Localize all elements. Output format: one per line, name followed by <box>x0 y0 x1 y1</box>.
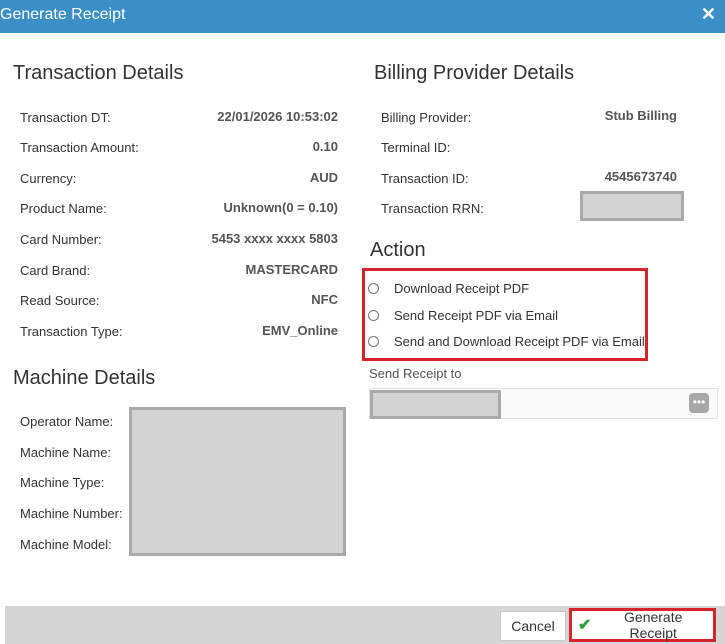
machine-model-label: Machine Model: <box>20 537 112 552</box>
card-number-value: 5453 xxxx xxxx 5803 <box>211 231 338 246</box>
action-option-label: Send Receipt PDF via Email <box>394 307 559 323</box>
transaction-rrn-redacted <box>580 191 684 221</box>
more-options-icon[interactable]: ••• <box>689 393 709 413</box>
transaction-details-heading: Transaction Details <box>13 62 184 84</box>
product-name-value: Unknown(0 = 0.10) <box>223 200 339 215</box>
machine-details-heading: Machine Details <box>13 367 156 389</box>
transaction-amount-label: Transaction Amount: <box>20 140 139 155</box>
radio-download-pdf[interactable] <box>368 282 379 294</box>
currency-value: AUD <box>309 170 338 185</box>
action-option-label: Send and Download Receipt PDF via Email <box>394 333 645 349</box>
action-heading: Action <box>370 239 426 261</box>
transaction-id-value: 4545673740 <box>604 169 677 184</box>
transaction-type-label: Transaction Type: <box>20 324 123 339</box>
transaction-id-label: Transaction ID: <box>381 171 469 186</box>
read-source-value: NFC <box>311 292 338 307</box>
product-name-label: Product Name: <box>20 201 107 216</box>
billing-provider-heading: Billing Provider Details <box>374 62 575 84</box>
action-option-send-and-download[interactable]: Send and Download Receipt PDF via Email <box>368 331 645 351</box>
transaction-rrn-label: Transaction RRN: <box>381 201 484 216</box>
transaction-amount-value: 0.10 <box>312 139 338 154</box>
dialog-title: Generate Receipt <box>0 6 126 23</box>
currency-label: Currency: <box>20 171 77 186</box>
machine-type-label: Machine Type: <box>20 475 105 490</box>
machine-number-label: Machine Number: <box>20 506 123 521</box>
checkmark-icon: ✔ <box>578 617 592 634</box>
cancel-button[interactable]: Cancel <box>500 611 566 641</box>
read-source-label: Read Source: <box>20 293 100 308</box>
dialog-title-bar: Generate Receipt ✕ <box>0 0 725 33</box>
transaction-type-value: EMV_Online <box>262 323 338 338</box>
billing-provider-value: Stub Billing <box>604 108 677 123</box>
radio-send-email[interactable] <box>368 309 379 321</box>
transaction-dt-label: Transaction DT: <box>20 110 111 125</box>
machine-name-label: Machine Name: <box>20 445 112 460</box>
send-receipt-to-label: Send Receipt to <box>369 366 462 381</box>
billing-provider-label: Billing Provider: <box>381 110 472 125</box>
machine-details-redacted <box>129 407 346 556</box>
operator-name-label: Operator Name: <box>20 414 114 429</box>
action-option-label: Download Receipt PDF <box>394 280 530 296</box>
card-brand-value: MASTERCARD <box>245 262 338 277</box>
card-brand-label: Card Brand: <box>20 263 91 278</box>
close-icon[interactable]: ✕ <box>701 4 716 25</box>
terminal-id-label: Terminal ID: <box>381 140 451 155</box>
action-option-email[interactable]: Send Receipt PDF via Email <box>368 305 558 325</box>
card-number-label: Card Number: <box>20 232 102 247</box>
transaction-dt-value: 22/01/2026 10:53:02 <box>217 109 338 124</box>
send-receipt-to-redacted <box>370 390 501 419</box>
generate-receipt-button[interactable]: ✔ Generate Receipt <box>572 609 713 641</box>
radio-send-and-download[interactable] <box>368 335 379 347</box>
action-option-download[interactable]: Download Receipt PDF <box>368 278 529 298</box>
generate-receipt-label: Generate Receipt <box>624 609 683 641</box>
